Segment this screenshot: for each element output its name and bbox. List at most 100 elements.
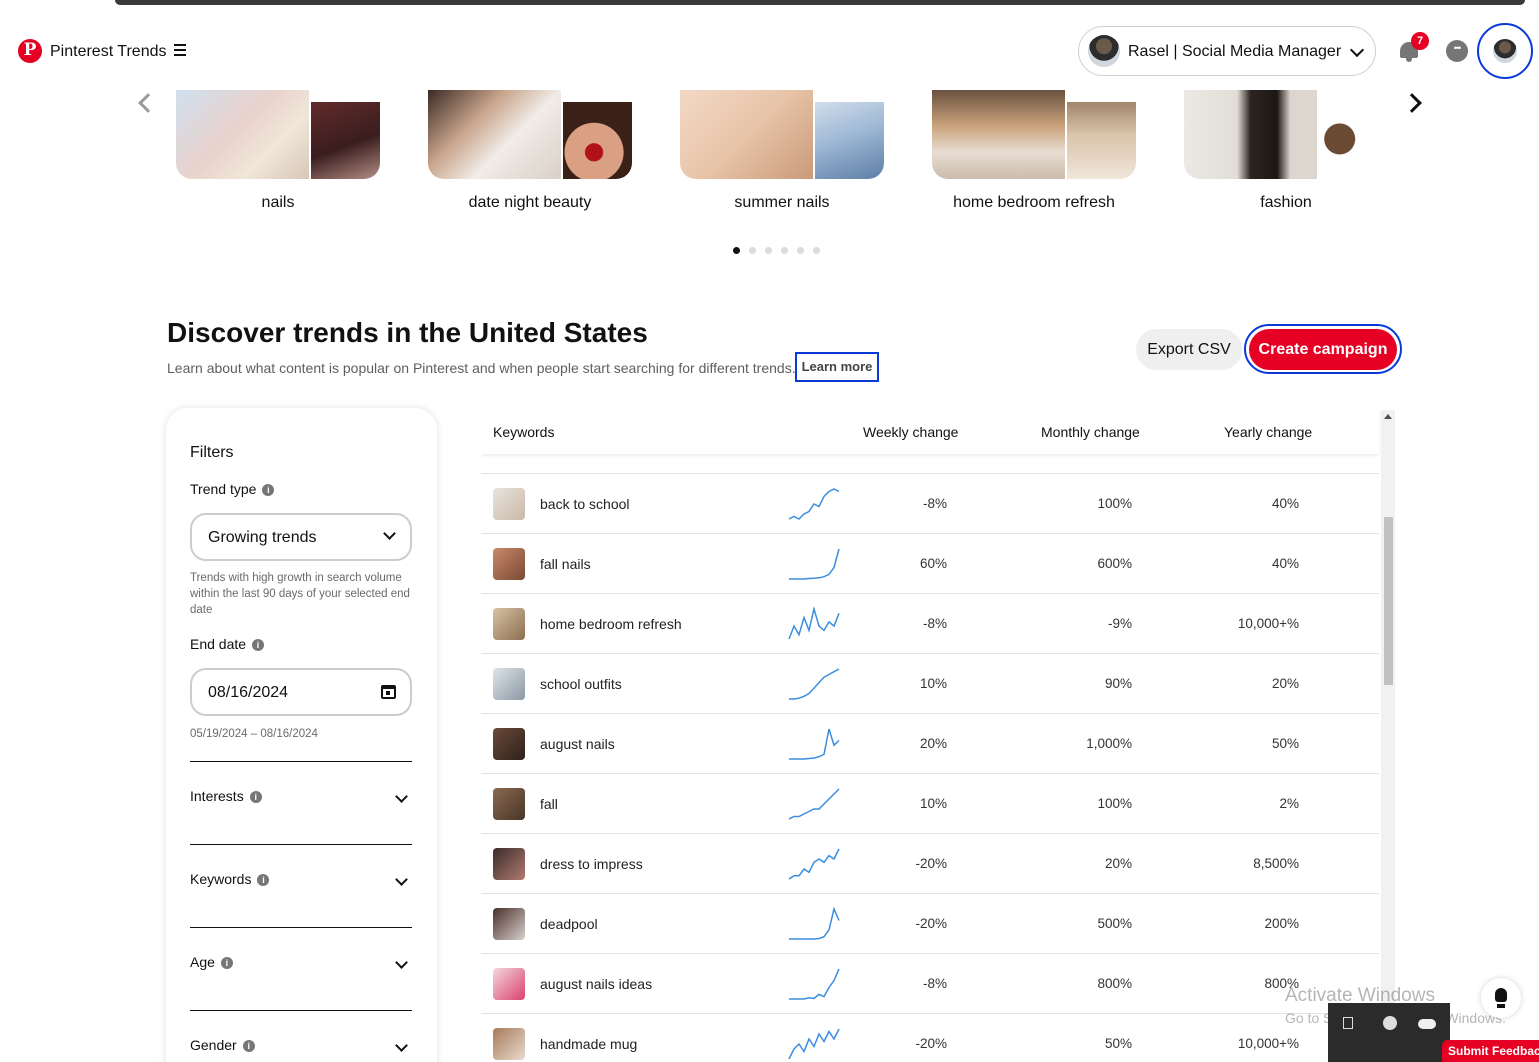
monthly-change: 50% [1104, 1036, 1132, 1051]
keyword-thumbnail [493, 908, 525, 940]
yearly-change: 20% [1271, 676, 1299, 691]
interests-filter[interactable]: Interests i [190, 761, 412, 804]
table-row[interactable]: dress to impress -20% 20% 8,500% [481, 833, 1379, 893]
keyword-text[interactable]: home bedroom refresh [540, 616, 682, 632]
cloud-icon[interactable] [1418, 1019, 1436, 1029]
table-scrollbar[interactable] [1381, 410, 1395, 1062]
submit-feedback-button[interactable]: Submit Feedback [1442, 1040, 1539, 1062]
gender-filter[interactable]: Gender i [190, 1010, 412, 1053]
carousel-prev-icon[interactable] [138, 93, 158, 113]
info-icon[interactable]: i [249, 791, 262, 803]
browser-top-strip [0, 0, 1539, 10]
trend-type-help: Trends with high growth in search volume… [190, 572, 410, 616]
trend-sparkline [789, 906, 840, 940]
trend-sparkline [788, 848, 840, 880]
keyword-text[interactable]: back to school [540, 496, 630, 512]
keyword-text[interactable]: handmade mug [540, 1036, 637, 1052]
browser-tab-bar [115, 0, 1525, 5]
monthly-change: -9% [1107, 616, 1132, 631]
age-filter[interactable]: Age i [190, 927, 412, 970]
weekly-change: 10% [919, 796, 947, 811]
scroll-up-arrow-icon[interactable] [1384, 414, 1392, 419]
yearly-change: 10,000+% [1237, 1036, 1299, 1051]
trend-sparkline [788, 606, 840, 640]
sparkline-path [788, 488, 840, 520]
column-header-keywords[interactable]: Keywords [493, 424, 554, 440]
tray-status-icon[interactable] [1383, 1016, 1397, 1030]
column-header-monthly[interactable]: Monthly change [1041, 424, 1140, 440]
table-row[interactable]: back to school -8% 100% 40% [481, 473, 1379, 533]
keyword-text[interactable]: fall [540, 796, 558, 812]
learn-more-link[interactable]: Learn more [795, 352, 879, 382]
carousel-dot[interactable] [733, 247, 740, 254]
info-icon[interactable]: i [242, 1040, 255, 1052]
carousel-card[interactable]: fashion [1184, 90, 1388, 216]
info-icon[interactable]: i [220, 957, 233, 969]
tray-app-icon[interactable] [1343, 1017, 1353, 1029]
keyword-thumbnail [493, 848, 525, 880]
table-row[interactable]: school outfits 10% 90% 20% [481, 653, 1379, 713]
sparkline-path [788, 848, 840, 880]
yearly-change: 50% [1271, 736, 1299, 751]
profile-avatar-button[interactable] [1477, 23, 1533, 79]
end-date-label: End date i [190, 636, 265, 652]
monthly-change: 90% [1104, 676, 1132, 691]
table-header: Keywords Weekly change Monthly change Ye… [481, 410, 1379, 454]
account-switcher[interactable]: Rasel | Social Media Manager [1078, 26, 1376, 76]
column-header-yearly[interactable]: Yearly change [1224, 424, 1312, 440]
create-campaign-button[interactable]: Create campaign [1249, 329, 1397, 370]
table-row[interactable]: august nails 20% 1,000% 50% [481, 713, 1379, 773]
gender-label-text: Gender [190, 1037, 237, 1053]
hamburger-menu-icon[interactable] [174, 44, 186, 56]
carousel-card[interactable]: home bedroom refresh [932, 90, 1136, 216]
info-icon[interactable]: i [257, 874, 270, 886]
calendar-icon[interactable] [381, 685, 396, 699]
chevron-down-icon [395, 790, 408, 803]
table-row[interactable]: fall 10% 100% 2% [481, 773, 1379, 833]
carousel-dot[interactable] [813, 247, 820, 254]
info-icon[interactable]: i [252, 639, 265, 651]
lightbulb-icon[interactable] [1481, 978, 1521, 1018]
end-date-field[interactable]: 08/16/2024 [190, 668, 412, 716]
table-row[interactable]: deadpool -20% 500% 200% [481, 893, 1379, 953]
keywords-filter[interactable]: Keywords i [190, 844, 412, 887]
chat-bubble-icon[interactable] [1446, 40, 1468, 62]
gender-label: Gender i [190, 1037, 255, 1053]
carousel-dot[interactable] [749, 247, 756, 254]
table-row[interactable]: august nails ideas -8% 800% 800% [481, 953, 1379, 1013]
keyword-text[interactable]: august nails ideas [540, 976, 652, 992]
pinterest-logo-icon[interactable] [18, 39, 42, 63]
top-header: Pinterest Trends Rasel | Social Media Ma… [0, 10, 1539, 92]
keyword-text[interactable]: dress to impress [540, 856, 643, 872]
info-icon[interactable]: i [262, 484, 275, 496]
carousel-dot[interactable] [765, 247, 772, 254]
carousel-card[interactable]: nails [176, 90, 380, 216]
keyword-text[interactable]: deadpool [540, 916, 598, 932]
table-row[interactable]: fall nails 60% 600% 40% [481, 533, 1379, 593]
table-row[interactable]: handmade mug -20% 50% 10,000+% [481, 1013, 1379, 1062]
keyword-text[interactable]: school outfits [540, 676, 622, 692]
carousel-next-icon[interactable] [1402, 93, 1422, 113]
account-name: Rasel | Social Media Manager [1128, 43, 1342, 60]
trend-type-select[interactable]: Growing trends [190, 513, 412, 561]
keyword-text[interactable]: august nails [540, 736, 615, 752]
yearly-change: 10,000+% [1237, 616, 1299, 631]
weekly-change: -8% [922, 976, 947, 991]
chevron-down-icon [1349, 42, 1365, 58]
table-row[interactable]: home bedroom refresh -8% -9% 10,000+% [481, 593, 1379, 653]
carousel-dot[interactable] [781, 247, 788, 254]
scrollbar-thumb[interactable] [1384, 517, 1393, 685]
filters-title: Filters [190, 444, 234, 461]
carousel-card-label: date night beauty [468, 194, 592, 211]
trend-type-label-text: Trend type [190, 481, 257, 497]
carousel-card-label: summer nails [734, 194, 830, 211]
carousel-card[interactable]: summer nails [680, 90, 884, 216]
keywords-label: Keywords i [190, 871, 270, 887]
brand-title[interactable]: Pinterest Trends [50, 43, 167, 61]
column-header-weekly[interactable]: Weekly change [863, 424, 958, 440]
carousel-card[interactable]: date night beauty [428, 90, 632, 216]
export-csv-button[interactable]: Export CSV [1136, 329, 1242, 370]
page-title: Discover trends in the United States [167, 317, 648, 348]
carousel-dot[interactable] [797, 247, 804, 254]
keyword-text[interactable]: fall nails [540, 556, 591, 572]
